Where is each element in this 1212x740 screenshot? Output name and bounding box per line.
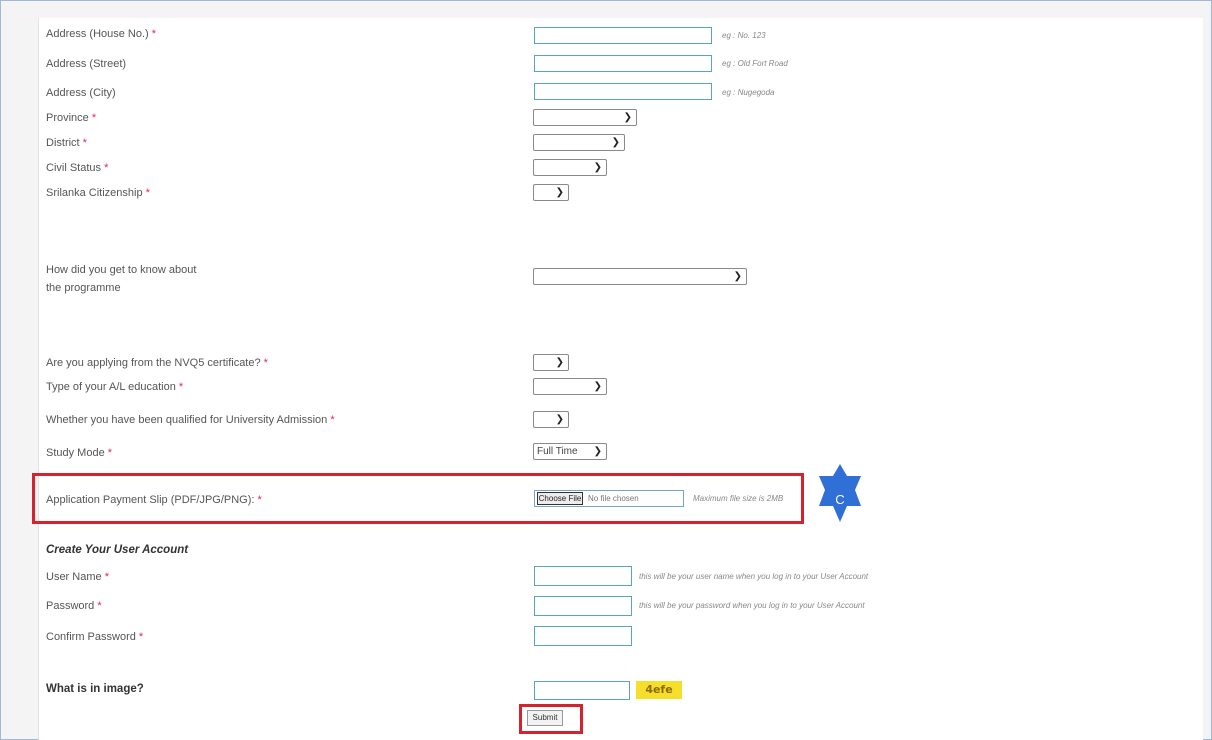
district-select[interactable]: ❯ <box>533 134 625 151</box>
study-mode-value: Full Time <box>537 446 578 457</box>
nvq-select[interactable]: ❯ <box>533 354 569 371</box>
captcha-input[interactable] <box>534 681 630 700</box>
province-label: Province * <box>46 112 97 124</box>
district-label: District * <box>46 137 87 149</box>
chevron-down-icon: ❯ <box>555 414 564 425</box>
civil-status-label: Civil Status * <box>46 162 109 174</box>
al-type-label: Type of your A/L education * <box>46 381 184 393</box>
chevron-down-icon: ❯ <box>593 446 602 457</box>
al-type-select[interactable]: ❯ <box>533 378 607 395</box>
username-hint: this will be your user name when you log… <box>639 572 869 581</box>
payment-slip-label: Application Payment Slip (PDF/JPG/PNG): … <box>46 494 262 506</box>
confirm-password-input[interactable] <box>534 626 632 646</box>
street-label: Address (Street) <box>46 58 127 70</box>
password-hint: this will be your password when you log … <box>639 601 865 610</box>
username-label: User Name * <box>46 571 109 583</box>
city-input[interactable] <box>534 83 712 100</box>
house-no-hint: eg : No. 123 <box>722 31 766 40</box>
chevron-down-icon: ❯ <box>593 381 602 392</box>
confirm-password-label: Confirm Password * <box>46 631 144 643</box>
civil-status-select[interactable]: ❯ <box>533 159 607 176</box>
chevron-down-icon: ❯ <box>623 112 632 123</box>
no-file-text: No file chosen <box>588 494 639 503</box>
study-mode-select[interactable]: Full Time ❯ <box>533 443 607 460</box>
study-mode-label: Study Mode * <box>46 447 113 459</box>
street-input[interactable] <box>534 55 712 72</box>
chevron-down-icon: ❯ <box>733 271 742 282</box>
payment-slip-hint: Maximum file size is 2MB <box>693 494 784 503</box>
account-heading: Create Your User Account <box>46 544 189 556</box>
house-no-input[interactable] <box>534 27 712 44</box>
how-know-label-line1: How did you get to know about <box>46 264 197 276</box>
username-input[interactable] <box>534 566 632 586</box>
password-label: Password * <box>46 600 102 612</box>
citizenship-select[interactable]: ❯ <box>533 184 569 201</box>
nvq-label: Are you applying from the NVQ5 certifica… <box>46 357 268 369</box>
password-input[interactable] <box>534 596 632 616</box>
chevron-down-icon: ❯ <box>555 187 564 198</box>
captcha-label: What is in image? <box>46 683 144 695</box>
university-label: Whether you have been qualified for Univ… <box>46 414 335 426</box>
star-badge-icon: C <box>819 464 861 522</box>
city-hint: eg : Nugegoda <box>722 88 775 97</box>
how-know-label-line2: the programme <box>46 282 121 294</box>
badge-letter: C <box>835 492 844 507</box>
captcha-image: 4efe <box>636 681 682 699</box>
house-no-label: Address (House No.) * <box>46 28 157 40</box>
street-hint: eg : Old Fort Road <box>722 59 788 68</box>
city-label: Address (City) <box>46 87 116 99</box>
how-know-select[interactable]: ❯ <box>533 268 747 285</box>
chevron-down-icon: ❯ <box>611 137 620 148</box>
submit-button[interactable]: Submit <box>527 710 563 726</box>
citizenship-label: Srilanka Citizenship * <box>46 187 150 199</box>
chevron-down-icon: ❯ <box>593 162 602 173</box>
chevron-down-icon: ❯ <box>555 357 564 368</box>
province-select[interactable]: ❯ <box>533 109 637 126</box>
payment-slip-file-input[interactable]: Choose File No file chosen <box>534 490 684 507</box>
choose-file-button[interactable]: Choose File <box>537 492 583 505</box>
university-select[interactable]: ❯ <box>533 411 569 428</box>
